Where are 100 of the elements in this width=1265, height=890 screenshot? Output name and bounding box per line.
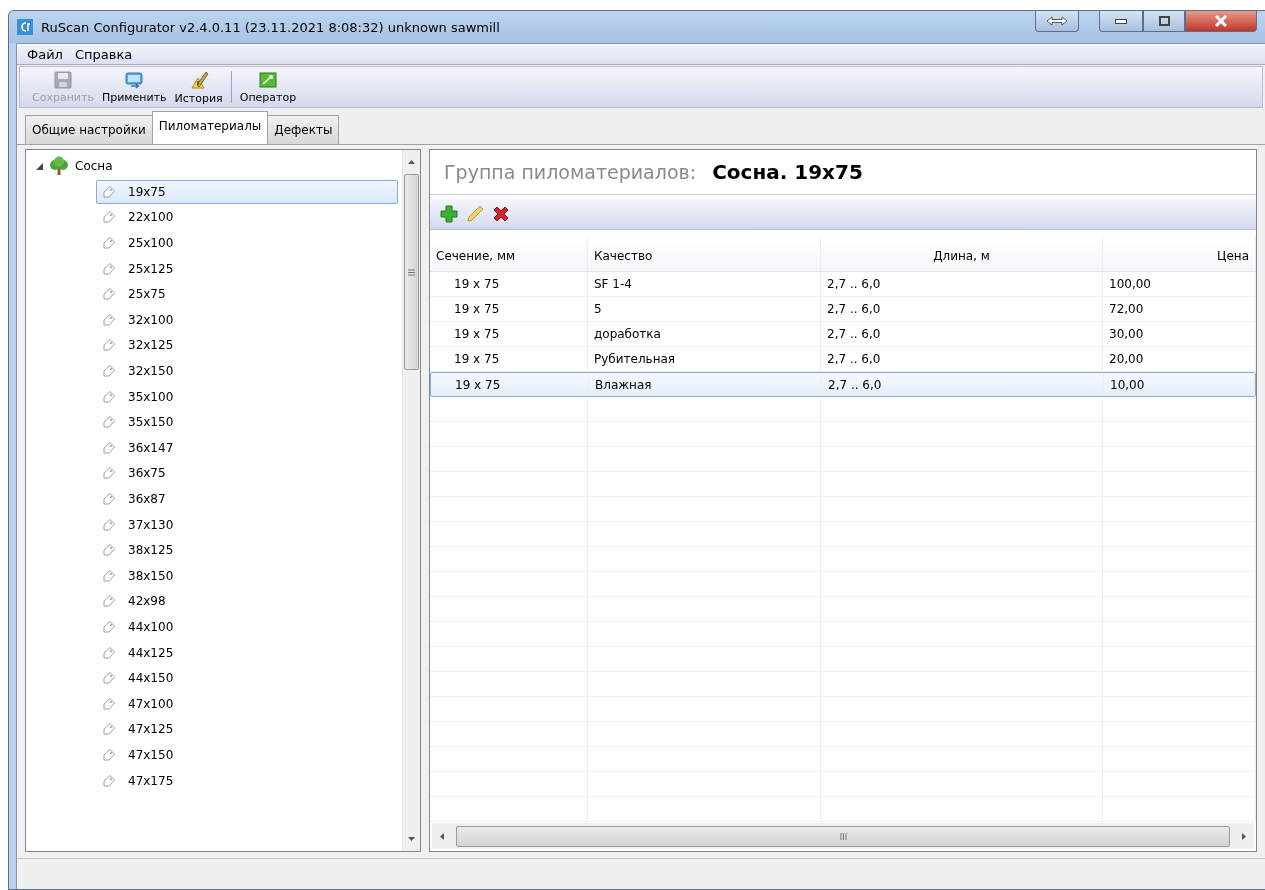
- table-row[interactable]: 19 x 75 SF 1-4 2,7 .. 6,0 100,00: [430, 272, 1256, 297]
- plus-icon[interactable]: [440, 205, 458, 223]
- menu-item[interactable]: Справка: [68, 46, 139, 62]
- switch-button[interactable]: [1035, 11, 1079, 32]
- tree-item[interactable]: 38x150: [96, 563, 398, 589]
- vertical-scrollbar[interactable]: [402, 150, 420, 851]
- image-icon: [259, 70, 277, 89]
- double-arrow-icon: [1046, 16, 1068, 26]
- tag-icon: [103, 365, 115, 378]
- table-cell: 20,00: [1103, 347, 1256, 371]
- tree-item[interactable]: 25x125: [96, 256, 398, 281]
- tree-item[interactable]: 47x175: [96, 768, 398, 793]
- tag-icon: [103, 518, 115, 531]
- grip-icon: [408, 268, 415, 276]
- table-cell: 19 x 75: [431, 373, 589, 396]
- minimize-icon: [1115, 18, 1127, 24]
- tag-icon: [103, 748, 115, 761]
- tree-item[interactable]: 35x100: [96, 384, 398, 409]
- tree-item[interactable]: 47x100: [96, 691, 398, 717]
- tree-item[interactable]: 37x130: [96, 512, 398, 537]
- grip-icon: [839, 832, 847, 840]
- table-cell: 72,00: [1103, 297, 1256, 321]
- toolbar-button[interactable]: Оператор: [235, 67, 301, 107]
- tree-icon: [49, 156, 69, 177]
- table-cell: 30,00: [1103, 322, 1256, 346]
- tag-icon: [103, 774, 115, 787]
- column-header[interactable]: Цена: [1103, 236, 1256, 271]
- column-header[interactable]: Длина, м: [821, 236, 1103, 271]
- tag-icon: [103, 621, 115, 633]
- tree-item[interactable]: 36x147: [96, 435, 398, 461]
- maximize-button[interactable]: [1143, 11, 1185, 32]
- toolbar-button[interactable]: Применить: [97, 67, 171, 107]
- tag-icon: [103, 441, 115, 454]
- monitor-arrow-icon: [125, 70, 144, 89]
- delete-icon[interactable]: [492, 205, 510, 223]
- tree-item[interactable]: 19x75: [96, 179, 398, 205]
- tree-item[interactable]: 44x125: [96, 640, 398, 665]
- scroll-right-icon[interactable]: [1242, 832, 1246, 840]
- expanded-triangle-icon[interactable]: [36, 162, 43, 170]
- tree-item[interactable]: 42x98: [96, 589, 398, 614]
- tree-item[interactable]: 36x75: [96, 461, 398, 486]
- tree-item[interactable]: 32x100: [96, 307, 398, 333]
- tree-item[interactable]: 25x100: [96, 230, 398, 256]
- tag-icon: [103, 493, 115, 505]
- close-button[interactable]: [1185, 11, 1257, 32]
- close-icon: [1214, 15, 1228, 27]
- tag-icon: [103, 288, 115, 301]
- tree-item[interactable]: 35x150: [96, 409, 398, 435]
- tree-item[interactable]: 44x100: [96, 614, 398, 640]
- tab[interactable]: Общие настройки: [25, 115, 153, 144]
- scroll-left-icon[interactable]: [440, 832, 444, 840]
- tab[interactable]: Пиломатериалы: [151, 111, 269, 144]
- scroll-down-icon[interactable]: [408, 837, 415, 841]
- toolbar-button[interactable]: История: [170, 67, 227, 107]
- menu-item[interactable]: Файл: [21, 46, 69, 62]
- tag-icon: [103, 723, 115, 736]
- table-row[interactable]: 19 x 75 Влажная 2,7 .. 6,0 10,00: [430, 372, 1256, 397]
- tree-item[interactable]: 47x125: [96, 717, 398, 742]
- column-header[interactable]: Качество: [588, 236, 821, 271]
- table-cell: 10,00: [1104, 373, 1255, 396]
- tree-item[interactable]: 32x125: [96, 333, 398, 358]
- table-cell: Влажная: [589, 373, 822, 396]
- tree-item[interactable]: 25x75: [96, 281, 398, 307]
- tag-icon: [103, 390, 115, 403]
- tree-item[interactable]: 44x150: [96, 665, 398, 691]
- tree-item[interactable]: 47x150: [96, 742, 398, 768]
- tag-icon: [103, 262, 115, 275]
- tag-icon: [103, 544, 115, 557]
- tag-icon: [103, 339, 115, 352]
- tree-item[interactable]: 22x100: [96, 205, 398, 230]
- tag-icon: [103, 595, 115, 608]
- minimize-button[interactable]: [1099, 11, 1143, 32]
- tag-icon: [103, 672, 115, 685]
- tag-icon: [103, 211, 115, 224]
- tag-icon: [103, 185, 115, 198]
- tree-item[interactable]: 36x87: [96, 486, 398, 512]
- pencil-warning-icon: [188, 69, 209, 90]
- window-title: RuScan Configurator v2.4.0.11 (23.11.2021 8:08:32) unknown sawmill: [41, 19, 501, 35]
- tag-icon: [103, 237, 115, 250]
- table-cell: доработка: [588, 322, 821, 346]
- horizontal-scrollbar[interactable]: [432, 823, 1254, 849]
- tab[interactable]: Дефекты: [267, 115, 340, 144]
- tree-item[interactable]: Сосна: [75, 159, 113, 174]
- column-header[interactable]: Сечение, мм: [430, 236, 588, 271]
- table-cell: 2,7 .. 6,0: [821, 322, 1103, 346]
- tag-icon: [103, 646, 115, 659]
- tag-icon: [103, 467, 115, 480]
- tree-item[interactable]: 38x125: [96, 537, 398, 563]
- tag-icon: [103, 697, 115, 710]
- scrollbar-thumb[interactable]: [404, 174, 419, 370]
- table-cell: 2,7 .. 6,0: [821, 347, 1103, 371]
- group-label: Группа пиломатериалов:: [444, 161, 697, 183]
- table-row[interactable]: 19 x 75 доработка 2,7 .. 6,0 30,00: [430, 322, 1256, 347]
- tag-icon: [103, 416, 115, 429]
- table-cell: 2,7 .. 6,0: [822, 373, 1104, 396]
- scroll-up-icon[interactable]: [408, 160, 415, 164]
- scrollbar-thumb[interactable]: [456, 825, 1230, 847]
- tree-item[interactable]: 32x150: [96, 358, 398, 384]
- table-row[interactable]: 19 x 75 5 2,7 .. 6,0 72,00: [430, 297, 1256, 322]
- tag-icon: [103, 569, 115, 582]
